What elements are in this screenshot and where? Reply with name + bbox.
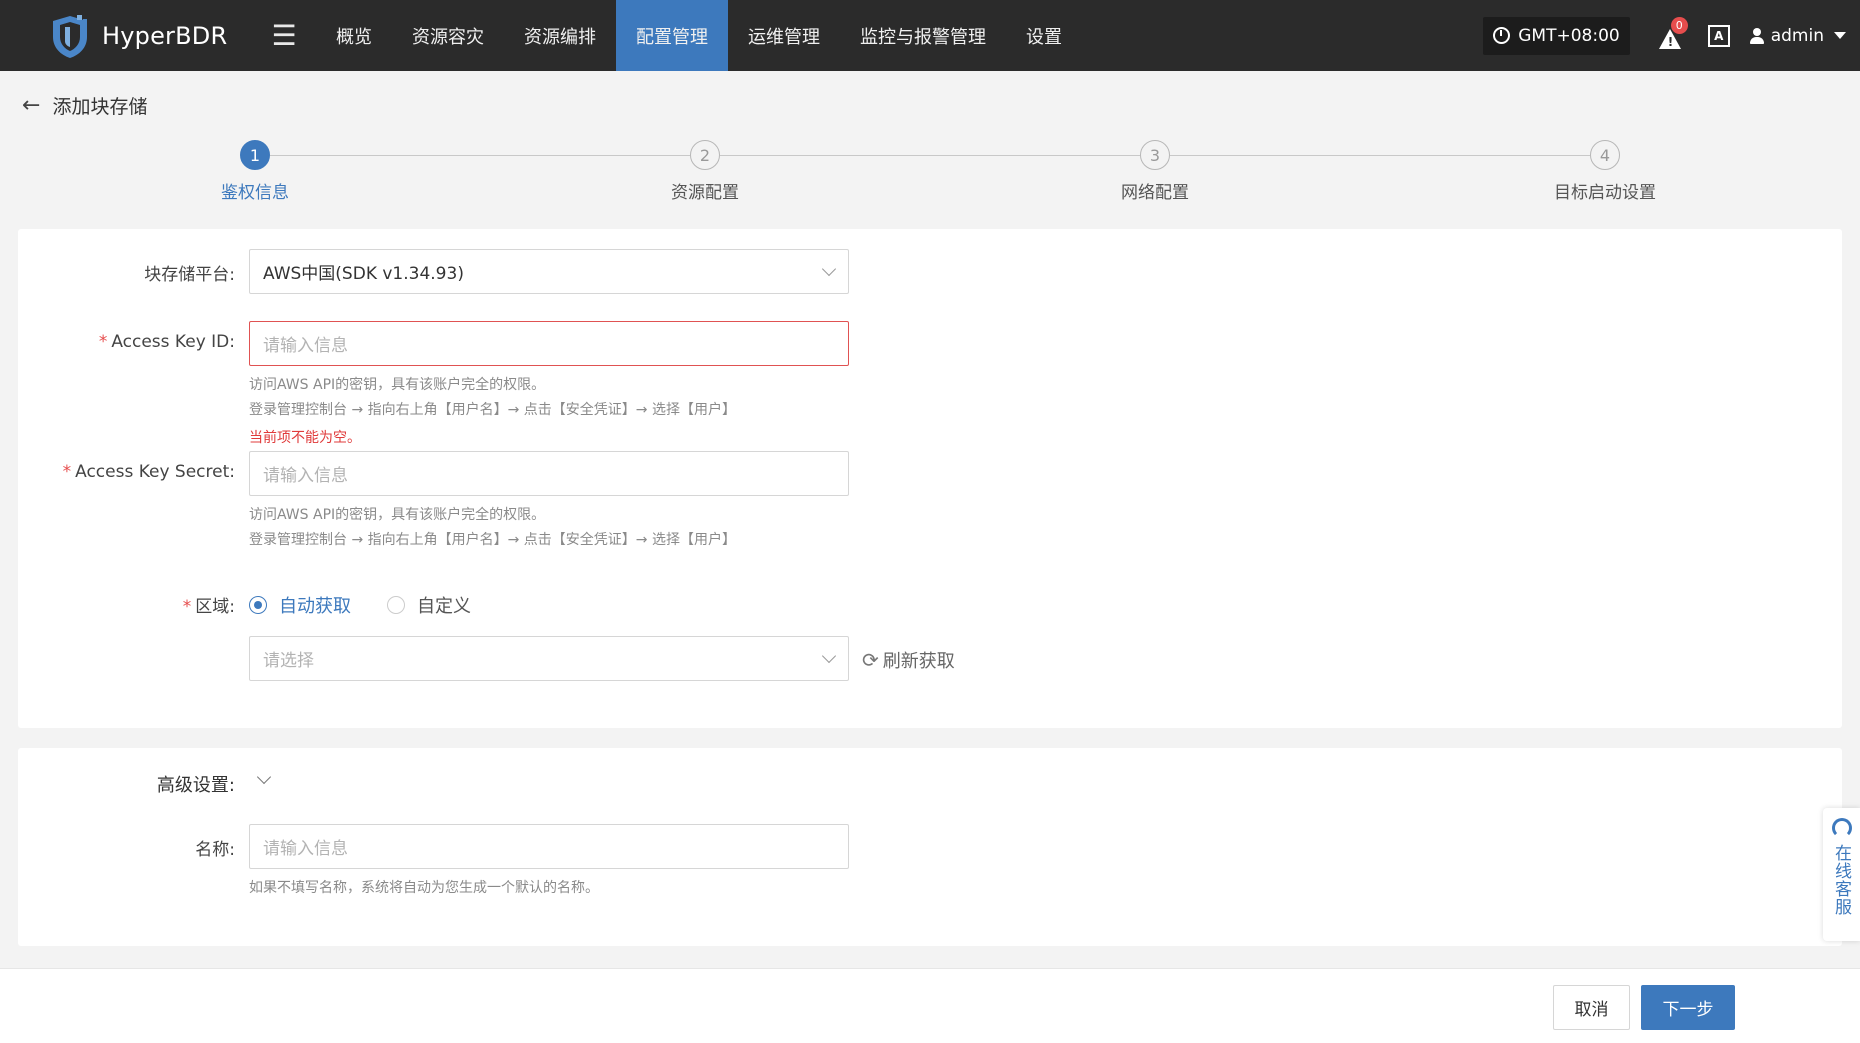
step-number: 3 <box>1140 140 1170 170</box>
page-header: ← 添加块存储 <box>22 92 147 119</box>
access-key-secret-label: * Access Key Secret: <box>62 462 235 482</box>
alert-count-badge: 0 <box>1670 16 1688 34</box>
step-label: 鉴权信息 <box>221 183 289 203</box>
radio-auto-fetch[interactable]: 自动获取 <box>249 592 351 618</box>
step-target-boot-settings: 4 目标启动设置 <box>1505 138 1705 203</box>
headset-icon <box>1831 818 1852 838</box>
access-key-id-hint-1: 访问AWS API的密钥，具有该账户完全的权限。 <box>249 377 546 393</box>
language-icon[interactable]: A <box>1707 24 1730 47</box>
advanced-settings-label: 高级设置: <box>156 775 235 796</box>
nav-item-resource-dr[interactable]: 资源容灾 <box>392 0 504 71</box>
step-number: 1 <box>240 140 270 170</box>
name-placeholder: 请输入信息 <box>263 839 348 859</box>
online-service-widget[interactable]: 在线客服 <box>1823 808 1860 941</box>
platform-label: 块存储平台: <box>144 265 235 285</box>
auth-form-card: 块存储平台: AWS中国(SDK v1.34.93) * Access Key I… <box>18 229 1842 728</box>
radio-dot <box>387 596 405 614</box>
next-step-button[interactable]: 下一步 <box>1641 985 1735 1030</box>
access-key-id-label: * Access Key ID: <box>98 332 235 352</box>
refresh-regions-button[interactable]: ⟳ 刷新获取 <box>862 647 955 673</box>
form-footer: 取消 下一步 <box>0 968 1860 1043</box>
step-label: 目标启动设置 <box>1554 183 1656 203</box>
main-nav: 概览 资源容灾 资源编排 配置管理 运维管理 监控与报警管理 设置 <box>316 0 1082 71</box>
app-name: HyperBDR <box>102 21 228 50</box>
name-input[interactable]: 请输入信息 <box>249 824 849 869</box>
menu-toggle-icon[interactable]: ☰ <box>252 0 316 71</box>
name-hint: 如果不填写名称，系统将自动为您生成一个默认的名称。 <box>249 880 599 896</box>
header-tools: GMT+08:00 ! 0 A admin <box>1483 0 1860 71</box>
radio-custom[interactable]: 自定义 <box>387 592 471 618</box>
brand[interactable]: HyperBDR <box>0 0 252 71</box>
page-title: 添加块存储 <box>52 96 148 118</box>
timezone-selector[interactable]: GMT+08:00 <box>1483 16 1630 55</box>
region-select[interactable]: 请选择 <box>249 636 849 681</box>
radio-label: 自定义 <box>417 596 471 617</box>
wizard-steps: 1 鉴权信息 2 资源配置 3 网络配置 4 目标启动设置 <box>0 138 1860 208</box>
access-key-id-error: 当前项不能为空。 <box>249 430 361 446</box>
user-menu[interactable]: admin <box>1749 25 1846 46</box>
nav-item-orchestration[interactable]: 资源编排 <box>504 0 616 71</box>
nav-item-config-management[interactable]: 配置管理 <box>616 0 728 71</box>
chevron-down-icon[interactable] <box>256 769 272 785</box>
step-number: 4 <box>1590 140 1620 170</box>
access-key-id-placeholder: 请输入信息 <box>263 336 348 356</box>
step-network-config: 3 网络配置 <box>1055 138 1255 203</box>
chevron-down-icon <box>821 648 837 664</box>
back-arrow-icon[interactable]: ← <box>22 94 40 117</box>
advanced-settings-card: 高级设置: 名称: 请输入信息 如果不填写名称，系统将自动为您生成一个默认的名称… <box>18 748 1842 946</box>
access-key-id-input[interactable]: 请输入信息 <box>249 321 849 366</box>
refresh-icon: ⟳ <box>862 648 879 672</box>
step-number: 2 <box>690 140 720 170</box>
user-icon <box>1749 27 1764 44</box>
step-auth-info: 1 鉴权信息 <box>155 138 355 203</box>
nav-item-ops-management[interactable]: 运维管理 <box>728 0 840 71</box>
platform-value: AWS中国(SDK v1.34.93) <box>263 264 464 284</box>
access-key-secret-hint-1: 访问AWS API的密钥，具有该账户完全的权限。 <box>249 507 546 523</box>
name-label: 名称: <box>195 840 235 860</box>
region-placeholder: 请选择 <box>263 651 314 671</box>
step-label: 资源配置 <box>671 183 739 203</box>
platform-select[interactable]: AWS中国(SDK v1.34.93) <box>249 249 849 294</box>
access-key-secret-placeholder: 请输入信息 <box>263 466 348 486</box>
online-service-label: 在线客服 <box>1831 844 1851 916</box>
step-resource-config: 2 资源配置 <box>605 138 805 203</box>
step-label: 网络配置 <box>1121 183 1189 203</box>
username: admin <box>1770 25 1824 46</box>
radio-label: 自动获取 <box>279 596 351 617</box>
access-key-secret-hint-2: 登录管理控制台 → 指向右上角【用户名】→ 点击【安全凭证】→ 选择【用户】 <box>249 532 736 548</box>
nav-item-monitoring-alerts[interactable]: 监控与报警管理 <box>840 0 1006 71</box>
nav-item-overview[interactable]: 概览 <box>316 0 392 71</box>
access-key-secret-input[interactable]: 请输入信息 <box>249 451 849 496</box>
cancel-button[interactable]: 取消 <box>1553 985 1630 1030</box>
refresh-label: 刷新获取 <box>882 651 955 672</box>
nav-item-settings[interactable]: 设置 <box>1006 0 1082 71</box>
radio-dot <box>249 596 267 614</box>
alert-button[interactable]: ! 0 <box>1658 16 1688 49</box>
logo-icon <box>53 14 87 58</box>
access-key-id-hint-2: 登录管理控制台 → 指向右上角【用户名】→ 点击【安全凭证】→ 选择【用户】 <box>249 402 736 418</box>
caret-down-icon <box>1834 32 1846 39</box>
chevron-down-icon <box>821 261 837 277</box>
timezone-label: GMT+08:00 <box>1518 25 1620 46</box>
top-bar: HyperBDR ☰ 概览 资源容灾 资源编排 配置管理 运维管理 监控与报警管… <box>0 0 1860 71</box>
region-label: * 区域: <box>182 597 235 617</box>
clock-icon <box>1493 27 1511 44</box>
region-mode-radio-group: 自动获取 自定义 <box>249 592 507 618</box>
